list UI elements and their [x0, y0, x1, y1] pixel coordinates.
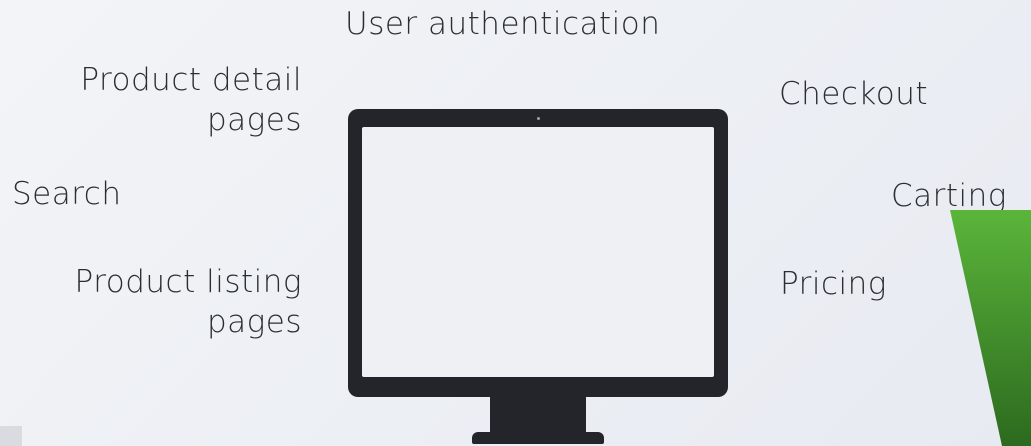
label-product-listing-pages: Product listing pages [34, 262, 302, 342]
monitor-icon [348, 109, 728, 397]
monitor-camera [537, 117, 540, 120]
label-product-detail-line1: Product detail [80, 62, 302, 98]
green-decorative-shape [950, 210, 1031, 446]
label-checkout: Checkout [779, 76, 929, 112]
label-product-detail-pages: Product detail pages [36, 60, 302, 140]
label-search: Search [12, 176, 122, 212]
label-product-detail-line2: pages [206, 102, 302, 138]
monitor-stand-base [472, 432, 604, 444]
label-product-listing-line2: pages [206, 304, 302, 340]
label-user-authentication: User authentication [345, 6, 661, 42]
corner-block [0, 426, 22, 446]
monitor-screen [362, 127, 714, 377]
label-product-listing-line1: Product listing [74, 264, 302, 300]
label-pricing: Pricing [780, 266, 887, 302]
monitor-stand-neck [490, 397, 586, 435]
